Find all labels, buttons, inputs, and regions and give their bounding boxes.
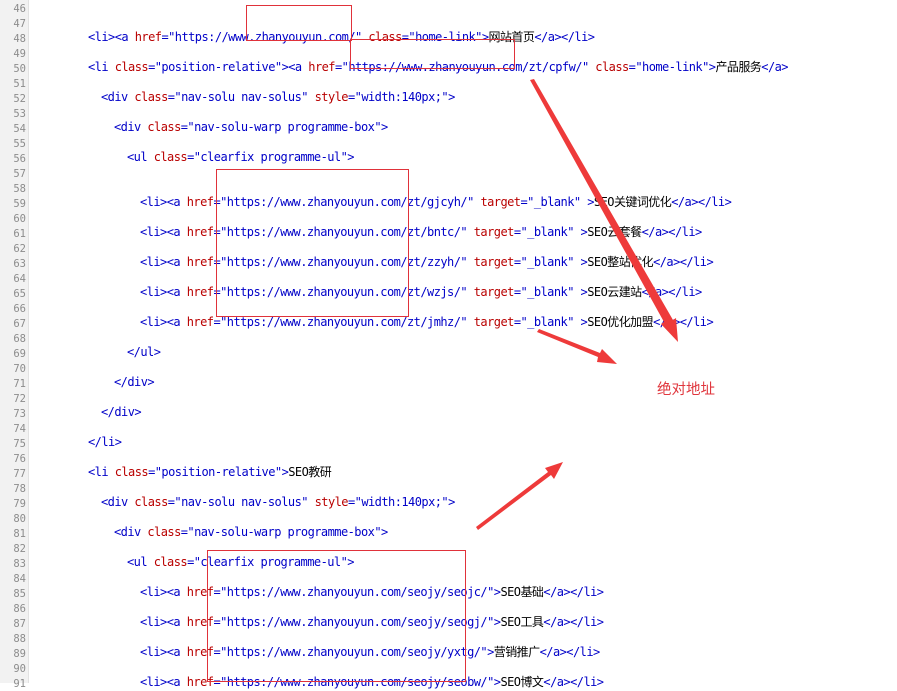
red-arrow-icon bbox=[530, 79, 678, 342]
red-arrow-icon bbox=[476, 462, 563, 530]
annotation-arrows bbox=[476, 79, 678, 530]
annotation-label: 绝对地址 bbox=[657, 382, 715, 398]
red-arrow-icon bbox=[537, 329, 617, 364]
